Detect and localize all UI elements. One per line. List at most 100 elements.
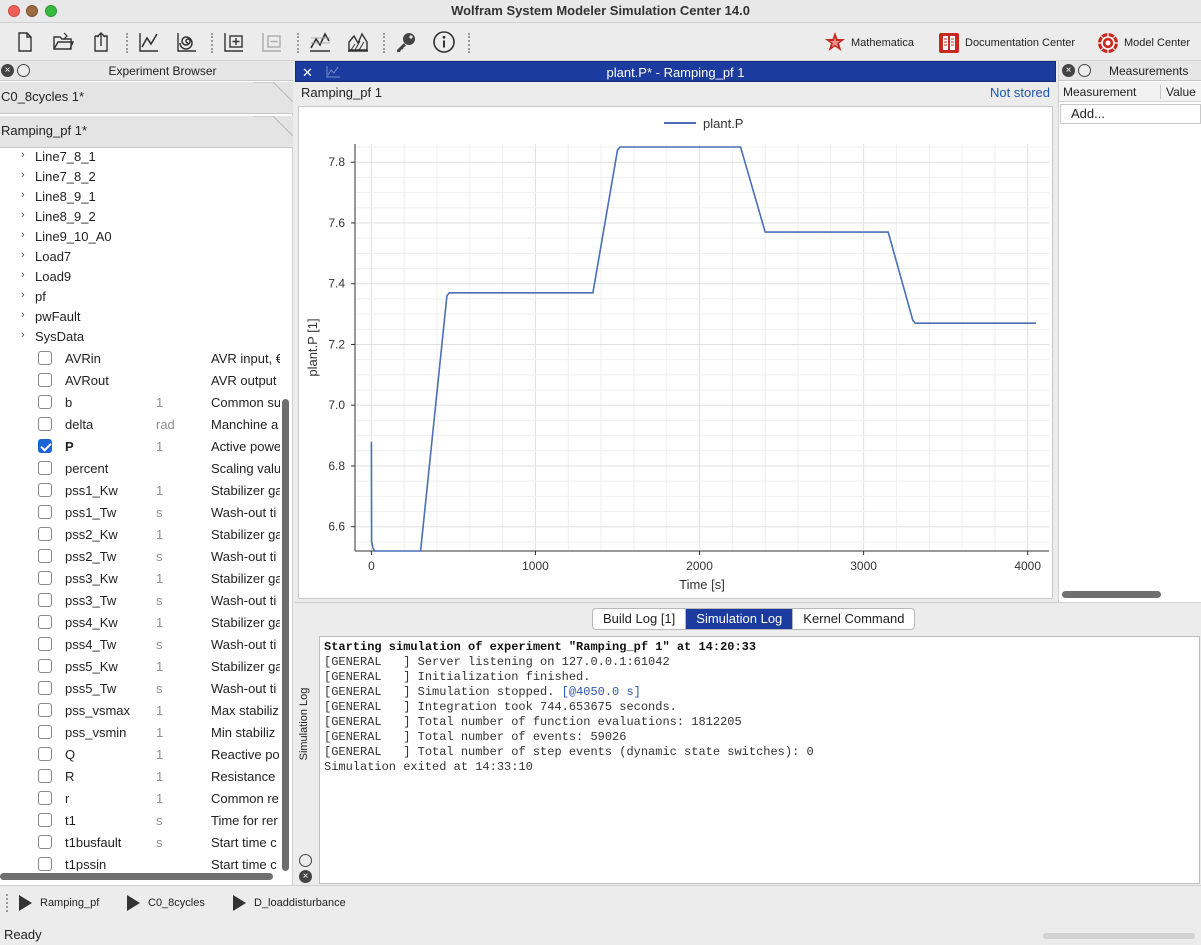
variable-checkbox[interactable] <box>38 417 52 431</box>
variable-checkbox[interactable] <box>38 593 52 607</box>
variable-checkbox[interactable] <box>38 395 52 409</box>
variable-checkbox[interactable] <box>38 483 52 497</box>
variable-row[interactable]: pss4_Tw s Wash-out ti <box>0 633 280 655</box>
new-file-icon[interactable] <box>13 30 37 54</box>
variable-row[interactable]: AVRout AVR output <box>0 369 280 391</box>
measurements-scrollbar[interactable] <box>1062 591 1161 598</box>
window-minimize-button[interactable] <box>26 5 38 17</box>
run-ramping-pf-button[interactable]: Ramping_pf <box>19 895 99 911</box>
window-close-button[interactable] <box>8 5 20 17</box>
remove-plot-icon[interactable] <box>260 30 284 54</box>
plot-area[interactable]: 0 1000 2000 3000 4000 6.6 6.8 7.0 7.2 7.4 7.6 7.8 Ti… <box>298 106 1053 599</box>
area-chart-icon[interactable] <box>346 30 370 54</box>
variable-row[interactable]: pss2_Kw 1 Stabilizer ga <box>0 523 280 545</box>
variable-checkbox[interactable] <box>38 725 52 739</box>
chevron-right-icon[interactable]: › <box>21 151 25 161</box>
variable-checkbox[interactable] <box>38 439 52 453</box>
tab-kernel-command[interactable]: Kernel Command <box>793 609 914 629</box>
documentation-center-button[interactable]: Documentation Center <box>937 31 1075 55</box>
add-measurement-button[interactable]: Add... <box>1060 104 1201 124</box>
chevron-right-icon[interactable]: › <box>21 189 25 201</box>
variable-checkbox[interactable] <box>38 659 52 673</box>
close-panel-icon[interactable]: × <box>1062 64 1075 77</box>
tree-node[interactable]: › pf <box>0 287 280 307</box>
add-plot-icon[interactable] <box>222 30 246 54</box>
variable-checkbox[interactable] <box>38 857 52 871</box>
model-center-button[interactable]: Model Center <box>1096 31 1190 55</box>
variable-checkbox[interactable] <box>38 461 52 475</box>
tree-node[interactable]: › Load9 <box>0 267 280 287</box>
mathematica-button[interactable]: Mathematica <box>823 31 914 55</box>
variable-row[interactable]: pss5_Tw s Wash-out ti <box>0 677 280 699</box>
variable-checkbox[interactable] <box>38 791 52 805</box>
variable-checkbox[interactable] <box>38 769 52 783</box>
variable-row[interactable]: pss4_Kw 1 Stabilizer ga <box>0 611 280 633</box>
variable-row[interactable]: pss1_Kw 1 Stabilizer ga <box>0 479 280 501</box>
variable-checkbox[interactable] <box>38 813 52 827</box>
variable-checkbox[interactable] <box>38 505 52 519</box>
variable-checkbox[interactable] <box>38 373 52 387</box>
tree-node[interactable]: › Line8_9_2 <box>0 207 280 227</box>
window-maximize-button[interactable] <box>45 5 57 17</box>
chevron-right-icon[interactable]: › <box>21 269 25 281</box>
float-panel-icon[interactable] <box>1078 64 1091 77</box>
tree-node[interactable]: › Line9_10_A0 <box>0 227 280 247</box>
run-d-loaddisturbance-button[interactable]: D_loaddisturbance <box>233 895 346 911</box>
tree-node[interactable]: › pwFault <box>0 307 280 327</box>
column-header-measurement[interactable]: Measurement <box>1063 82 1136 102</box>
variable-row[interactable]: pss3_Kw 1 Stabilizer ga <box>0 567 280 589</box>
variable-row[interactable]: t1pssin Start time c <box>0 853 280 871</box>
variable-row[interactable]: AVRin AVR input, € <box>0 347 280 369</box>
variable-row[interactable]: pss1_Tw s Wash-out ti <box>0 501 280 523</box>
chevron-right-icon[interactable]: › <box>21 229 25 241</box>
variable-row[interactable]: t1busfault s Start time c <box>0 831 280 853</box>
variable-checkbox[interactable] <box>38 835 52 849</box>
open-folder-icon[interactable] <box>51 30 75 54</box>
variable-checkbox[interactable] <box>38 351 52 365</box>
tree-node[interactable]: › Line7_8_2 <box>0 167 280 187</box>
tree-vertical-scrollbar[interactable] <box>282 399 289 871</box>
column-header-value[interactable]: Value <box>1166 82 1196 102</box>
float-panel-icon[interactable] <box>299 854 312 867</box>
close-plot-icon[interactable]: ✕ <box>302 62 313 83</box>
run-c0-8cycles-button[interactable]: C0_8cycles <box>127 895 205 911</box>
variable-row[interactable]: R 1 Resistance <box>0 765 280 787</box>
info-icon[interactable] <box>432 30 456 54</box>
variable-row[interactable]: pss2_Tw s Wash-out ti <box>0 545 280 567</box>
chevron-right-icon[interactable]: › <box>21 309 25 321</box>
variable-checkbox[interactable] <box>38 549 52 563</box>
tree-horizontal-scrollbar[interactable] <box>0 873 273 880</box>
variable-checkbox[interactable] <box>38 681 52 695</box>
tree-node[interactable]: › Line8_9_1 <box>0 187 280 207</box>
key-icon[interactable] <box>394 30 418 54</box>
spiral-plot-icon[interactable] <box>175 30 199 54</box>
variable-row[interactable]: percent Scaling valu <box>0 457 280 479</box>
variable-row[interactable]: pss_vsmin 1 Min stabiliz <box>0 721 280 743</box>
variable-row[interactable]: pss3_Tw s Wash-out ti <box>0 589 280 611</box>
chevron-right-icon[interactable]: › <box>21 209 25 221</box>
line-chart-icon[interactable] <box>308 30 332 54</box>
variable-checkbox[interactable] <box>38 703 52 717</box>
variable-row[interactable]: Q 1 Reactive po <box>0 743 280 765</box>
variable-row[interactable]: delta rad Manchine a <box>0 413 280 435</box>
variable-row[interactable]: pss_vsmax 1 Max stabiliz <box>0 699 280 721</box>
plot-icon[interactable] <box>137 30 161 54</box>
experiment-tab-ramping-pf[interactable]: Ramping_pf 1* <box>0 116 293 148</box>
chevron-right-icon[interactable]: › <box>21 249 25 261</box>
variable-checkbox[interactable] <box>38 615 52 629</box>
variable-row[interactable]: r 1 Common re <box>0 787 280 809</box>
tree-node[interactable]: › SysData <box>0 327 280 347</box>
variable-row[interactable]: pss5_Kw 1 Stabilizer ga <box>0 655 280 677</box>
chevron-right-icon[interactable]: › <box>21 329 25 341</box>
variable-row[interactable]: b 1 Common su <box>0 391 280 413</box>
tree-node[interactable]: › Line7_8_1 <box>0 151 280 167</box>
tab-build-log[interactable]: Build Log [1] <box>593 609 687 629</box>
variable-checkbox[interactable] <box>38 747 52 761</box>
close-panel-icon[interactable]: × <box>299 870 312 883</box>
variable-row[interactable]: P 1 Active powe <box>0 435 280 457</box>
chevron-right-icon[interactable]: › <box>21 169 25 181</box>
export-icon[interactable] <box>89 30 113 54</box>
tab-simulation-log[interactable]: Simulation Log <box>686 609 794 629</box>
chevron-right-icon[interactable]: › <box>21 289 25 301</box>
variable-row[interactable]: t1 s Time for rer <box>0 809 280 831</box>
